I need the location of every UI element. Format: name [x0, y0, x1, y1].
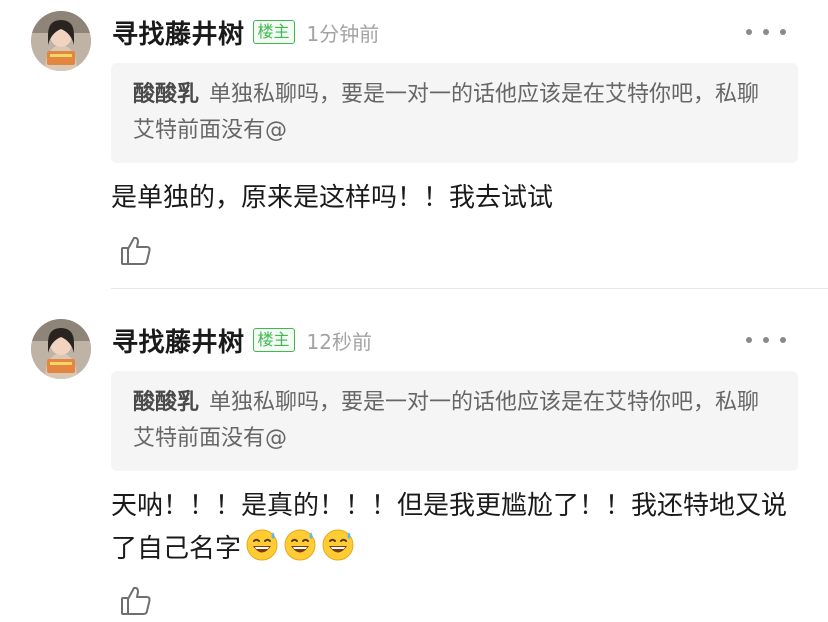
timestamp: 1分钟前 [306, 21, 380, 46]
avatar[interactable] [31, 11, 91, 71]
comment-header: 寻找藤井树 楼主 1分钟前 [112, 14, 379, 50]
comment-header: 寻找藤井树 楼主 12秒前 [112, 322, 372, 358]
quote-text: 单独私聊吗，要是一对一的话他应该是在艾特你吧，私聊艾特前面没有@ [133, 82, 760, 143]
reply-text: 天呐！！！是真的！！！但是我更尴尬了！！我还特地又说了自己名字 [111, 485, 811, 576]
op-badge: 楼主 [252, 328, 295, 352]
more-dots-icon[interactable] [746, 330, 786, 350]
sweat-smile-emoji [321, 528, 355, 576]
reply-text-content: 天呐！！！是真的！！！但是我更尴尬了！！我还特地又说了自己名字 [111, 491, 788, 564]
quoted-comment[interactable]: 酸酸乳 单独私聊吗，要是一对一的话他应该是在艾特你吧，私聊艾特前面没有@ [111, 371, 798, 471]
more-dots-icon[interactable] [746, 22, 786, 42]
timestamp: 12秒前 [306, 329, 372, 354]
quote-text: 单独私聊吗，要是一对一的话他应该是在艾特你吧，私聊艾特前面没有@ [133, 390, 760, 451]
quoted-comment[interactable]: 酸酸乳 单独私聊吗，要是一对一的话他应该是在艾特你吧，私聊艾特前面没有@ [111, 63, 798, 163]
thumbs-up-icon[interactable] [119, 584, 153, 618]
sweat-smile-emoji [283, 528, 317, 576]
username[interactable]: 寻找藤井树 [112, 322, 245, 359]
quote-author: 酸酸乳 [133, 390, 200, 415]
sweat-smile-emoji [245, 528, 279, 576]
reply-text-content: 是单独的，原来是这样吗！！我去试试 [111, 183, 554, 213]
avatar[interactable] [31, 319, 91, 379]
quote-author: 酸酸乳 [133, 82, 200, 107]
username[interactable]: 寻找藤井树 [112, 14, 245, 51]
reply-text: 是单独的，原来是这样吗！！我去试试 [111, 177, 811, 220]
thumbs-up-icon[interactable] [119, 234, 153, 268]
op-badge: 楼主 [252, 20, 295, 44]
divider [111, 288, 828, 289]
